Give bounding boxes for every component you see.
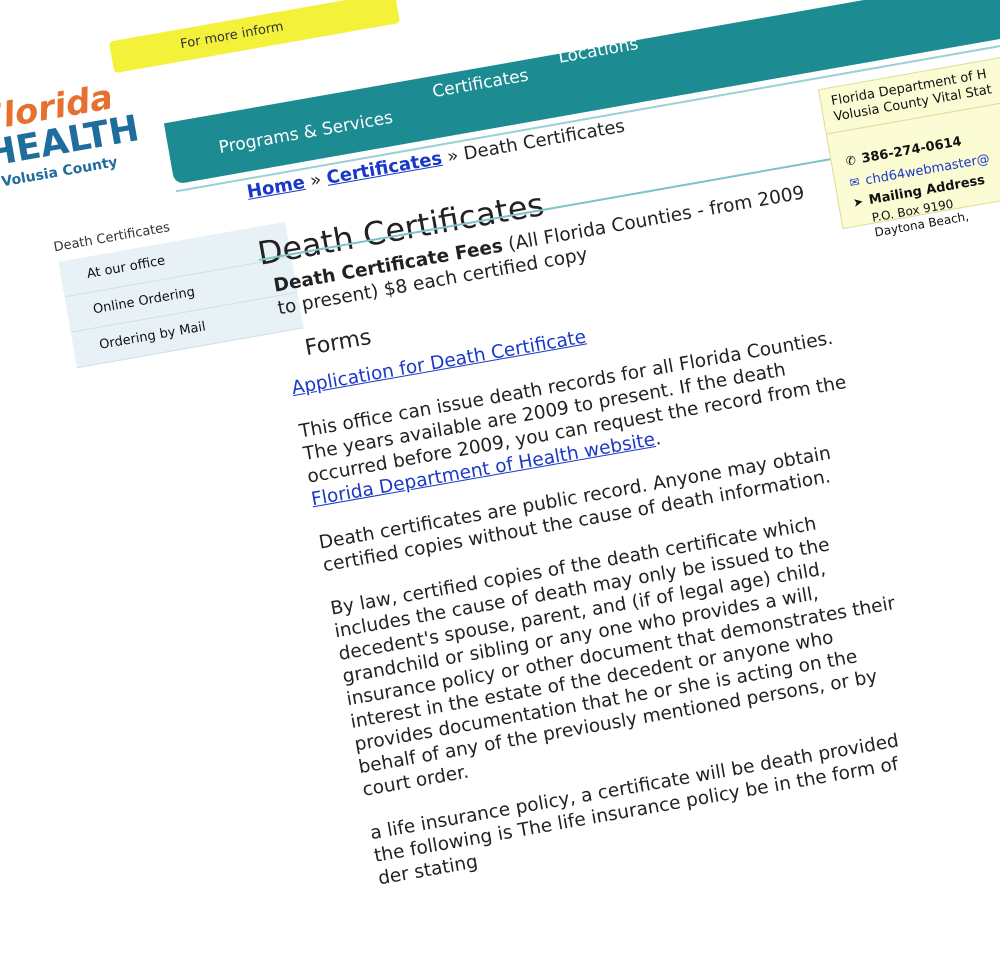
main-content: Death Certificate Fees (All Florida Coun… (272, 178, 936, 911)
announcement-bar: For more inform (108, 0, 401, 74)
nav-certificates[interactable]: Certificates (431, 66, 530, 103)
florida-health-logo[interactable]: Florida HEALTH Volusia County (0, 73, 142, 217)
announcement-text: For more inform (179, 19, 285, 53)
nav-locations[interactable]: Locations (557, 34, 640, 68)
nav-programs-services[interactable]: Programs & Services (217, 108, 394, 158)
